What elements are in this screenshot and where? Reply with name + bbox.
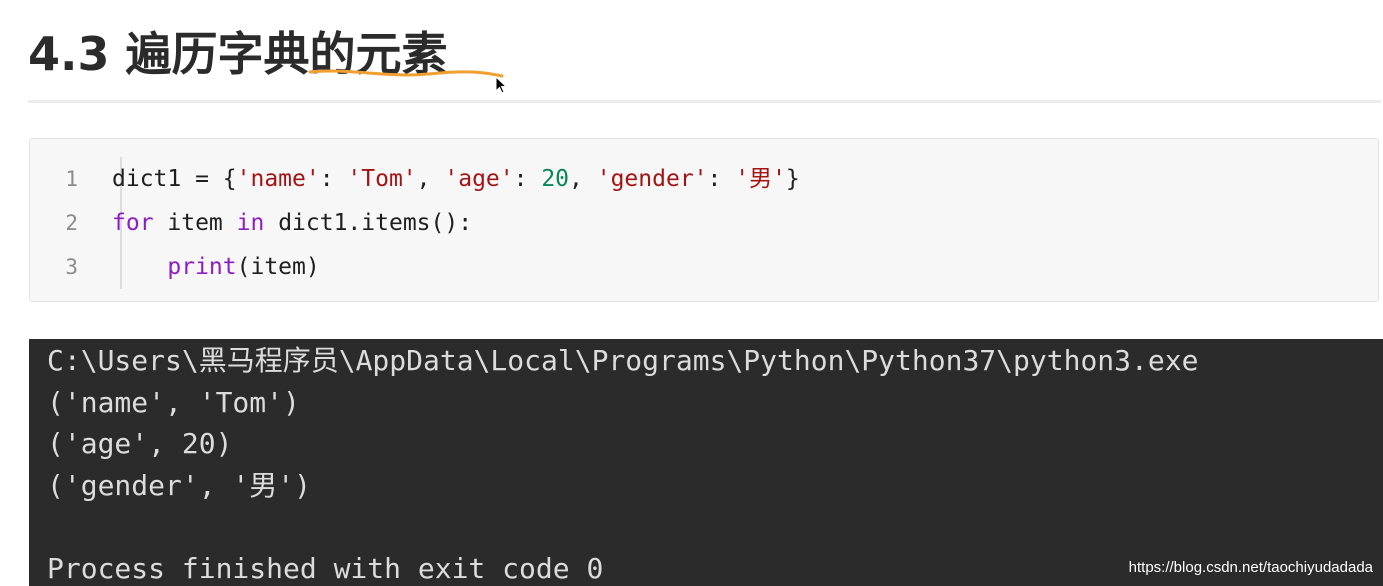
console-line: ('name', 'Tom') [47, 385, 300, 419]
code-token-plain: , [416, 166, 445, 192]
watermark-text: https://blog.csdn.net/taochiyudadada [1128, 559, 1373, 576]
code-token-plain: , [569, 166, 597, 192]
code-token-kw: print [167, 254, 237, 280]
highlight-underline-mark [308, 69, 504, 78]
code-token-plain: item [153, 210, 237, 236]
code-token-str: 'age' [444, 166, 514, 192]
code-token-str: 'Tom' [347, 166, 417, 192]
code-token-str: 'name' [236, 166, 320, 192]
console-line: ('age', 20) [47, 427, 233, 460]
code-text: print(item) [112, 245, 320, 289]
code-token-plain: } [785, 166, 800, 192]
code-token-kw: for [112, 210, 154, 236]
code-token-str: '男' [735, 166, 786, 192]
code-text: dict1 = {'name': 'Tom', 'age': 20, 'gend… [112, 157, 800, 201]
code-token-plain: : [319, 166, 348, 192]
console-line: ('gender', '男') [47, 468, 312, 502]
code-text: for item in dict1.items(): [112, 201, 472, 245]
console-line: C:\Users\黑马程序员\AppData\Local\Programs\Py… [47, 344, 1199, 377]
line-number: 3 [65, 255, 78, 279]
run-console-output: C:\Users\黑马程序员\AppData\Local\Programs\Py… [29, 339, 1383, 586]
code-block: 1 dict1 = {'name': 'Tom', 'age': 20, 'gen… [29, 138, 1379, 302]
code-token-kw: in [236, 210, 265, 236]
code-token-num: 20 [541, 166, 570, 192]
mouse-cursor-icon [495, 76, 507, 94]
code-token-plain: (item) [236, 254, 320, 280]
heading-divider [28, 100, 1381, 103]
code-token-plain: : [513, 166, 542, 192]
code-token-str: 'gender' [596, 166, 708, 192]
console-line: Process finished with exit code 0 [47, 551, 604, 585]
line-number: 2 [65, 211, 78, 235]
code-token-plain: : [707, 166, 736, 192]
code-token-plain: dict1.items(): [264, 210, 473, 236]
code-token-plain: dict1 = { [112, 166, 237, 192]
line-number: 1 [65, 167, 78, 191]
